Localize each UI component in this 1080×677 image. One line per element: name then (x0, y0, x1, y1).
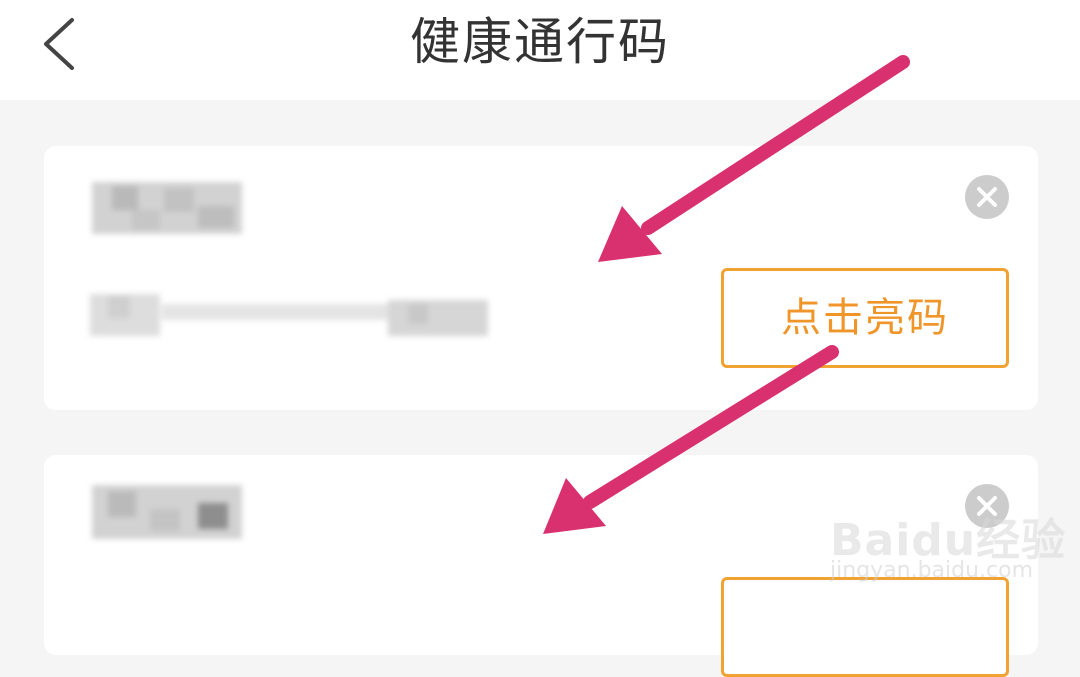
blurred-name (92, 485, 242, 539)
watermark-url: jingyan.baidu.com (830, 558, 1034, 583)
health-code-card: 点击亮码 (44, 146, 1038, 410)
top-navigation-bar: 健康通行码 (0, 0, 1080, 100)
watermark: Baidu经验 jingyan.baidu.com (830, 484, 1070, 605)
close-circle-icon[interactable] (964, 174, 1010, 220)
page-title: 健康通行码 (410, 13, 670, 71)
blurred-name (92, 182, 242, 234)
blurred-id-number (90, 294, 488, 336)
show-code-button[interactable]: 点击亮码 (721, 268, 1009, 368)
